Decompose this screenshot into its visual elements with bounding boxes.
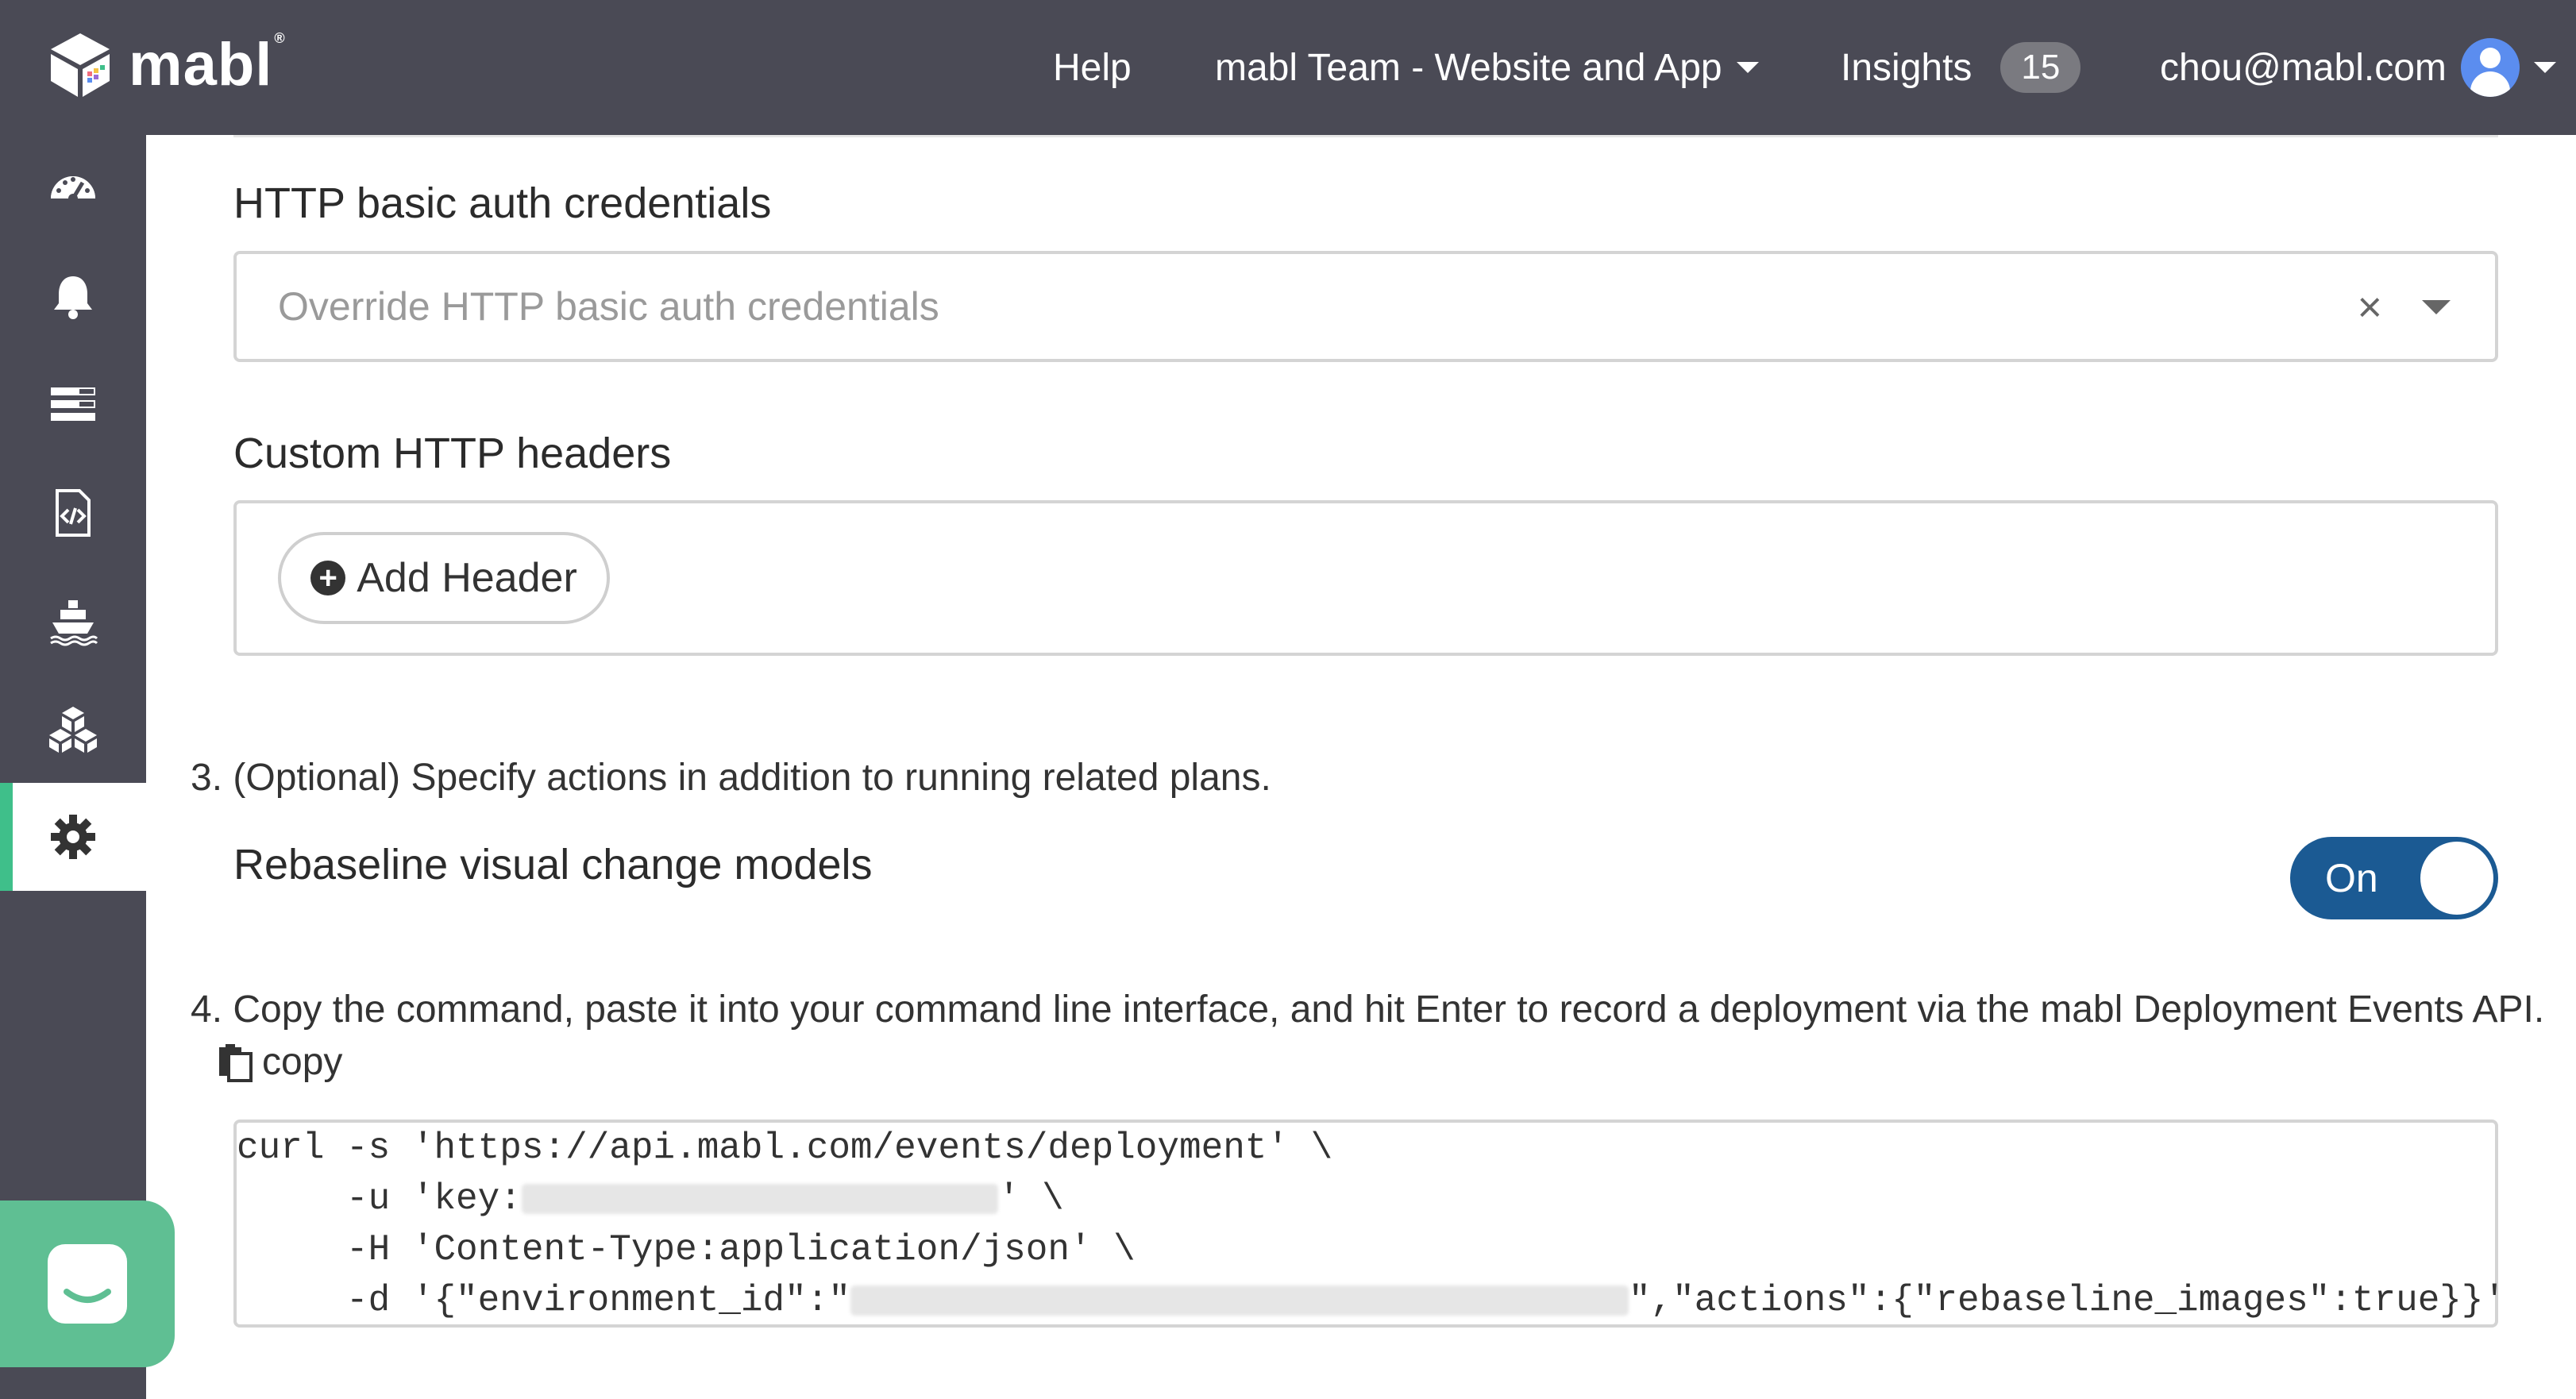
add-header-button[interactable]: + Add Header (278, 532, 610, 624)
mabl-logo[interactable]: mabl ® (44, 29, 286, 100)
user-menu[interactable]: chou@mabl.com (2160, 0, 2556, 135)
toggle-knob (2420, 842, 2493, 915)
ship-icon (50, 600, 98, 646)
brand-name: mabl ® (129, 29, 286, 98)
code-line-2: -u 'key: ' \ (237, 1178, 1064, 1220)
chat-icon (48, 1244, 127, 1324)
code-line-3: -H 'Content-Type:application/json' \ (237, 1229, 1136, 1270)
insights-count-badge: 15 (2000, 42, 2081, 93)
redacted-environment-id (850, 1285, 1629, 1316)
chevron-down-icon (1736, 62, 1759, 73)
code-line-1: curl -s 'https://api.mabl.com/events/dep… (237, 1127, 1333, 1169)
avatar-icon (2460, 38, 2520, 97)
chat-widget-button[interactable] (0, 1201, 175, 1367)
sidebar-item-snippets[interactable] (0, 459, 146, 567)
sidebar-item-integrations[interactable] (0, 675, 146, 783)
list-icon (51, 387, 95, 421)
top-navigation-bar: mabl ® Help mabl Team - Website and App I… (0, 0, 2576, 135)
divider (233, 135, 2498, 137)
team-selector[interactable]: mabl Team - Website and App (1215, 0, 1759, 135)
headers-label: Custom HTTP headers (233, 430, 672, 477)
sidebar-item-settings[interactable] (0, 783, 146, 891)
bell-icon (54, 276, 92, 319)
code-file-icon (56, 489, 91, 537)
gear-icon (51, 815, 95, 859)
rebaseline-label: Rebaseline visual change models (233, 841, 873, 888)
step-3-text: 3. (Optional) Specify actions in additio… (191, 757, 1271, 799)
insights-link[interactable]: Insights 15 (1841, 0, 2081, 135)
team-label: mabl Team - Website and App (1215, 46, 1722, 89)
close-icon[interactable]: × (2357, 283, 2382, 332)
clipboard-icon (219, 1043, 253, 1082)
copy-label: copy (262, 1041, 343, 1083)
dashboard-icon (51, 176, 95, 203)
plus-circle-icon: + (310, 561, 346, 595)
copy-button[interactable]: copy (218, 1040, 342, 1084)
rebaseline-toggle[interactable]: On (2290, 837, 2498, 919)
auth-credentials-select[interactable]: Override HTTP basic auth credentials × (233, 251, 2498, 362)
cubes-icon (49, 707, 97, 753)
sidebar-item-notifications[interactable] (0, 243, 146, 351)
sidebar-item-dashboard[interactable] (0, 135, 146, 243)
code-line-4: -d '{"environment_id":" ","actions":{"reb… (237, 1280, 2506, 1321)
sidebar-item-releases[interactable] (0, 567, 146, 675)
auth-label: HTTP basic auth credentials (233, 179, 772, 227)
user-email: chou@mabl.com (2160, 46, 2447, 89)
help-label: Help (1053, 46, 1132, 89)
auth-placeholder: Override HTTP basic auth credentials (278, 284, 939, 329)
sidebar-item-tests[interactable] (0, 351, 146, 459)
help-link[interactable]: Help (1053, 0, 1132, 135)
redacted-api-key (521, 1183, 998, 1214)
curl-command-box[interactable]: curl -s 'https://api.mabl.com/events/dep… (233, 1120, 2505, 1328)
chevron-down-icon[interactable] (2422, 300, 2451, 314)
toggle-label: On (2325, 856, 2378, 900)
add-header-label: Add Header (357, 555, 577, 601)
insights-label: Insights (1841, 46, 1972, 89)
mabl-cube-icon (51, 33, 110, 97)
chevron-down-icon (2533, 62, 2556, 73)
step-4-text: 4. Copy the command, paste it into your … (191, 989, 2545, 1031)
